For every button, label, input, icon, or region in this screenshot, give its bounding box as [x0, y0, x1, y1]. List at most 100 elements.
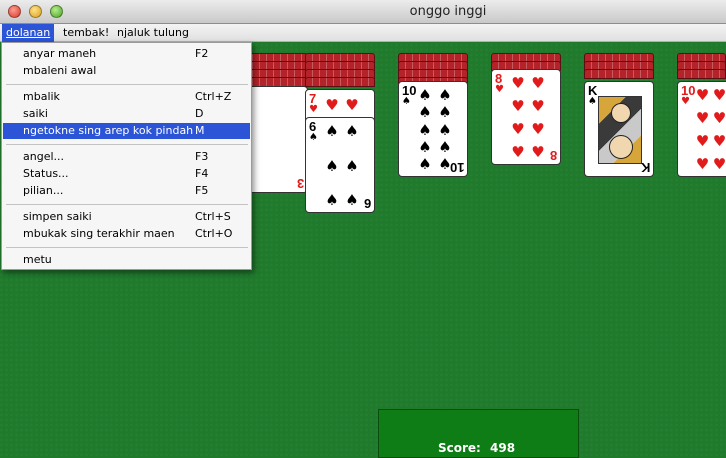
- menu-separator: [6, 204, 248, 205]
- menu-item-mbukak-sing-terakhir-maen[interactable]: mbukak sing terakhir maen Ctrl+O: [3, 226, 250, 242]
- menu-item-pilian[interactable]: pilian... F5: [3, 183, 250, 199]
- menu-item-shortcut: M: [195, 124, 205, 137]
- spade-icon: ♠: [345, 156, 359, 175]
- menu-item-status[interactable]: Status... F4: [3, 166, 250, 182]
- heart-icon: ♥: [681, 96, 690, 107]
- menu-item-shortcut: F5: [195, 184, 209, 197]
- king-face-image: [598, 96, 642, 164]
- menu-item-shortcut: Ctrl+Z: [195, 90, 232, 103]
- spade-icon: ♠: [345, 122, 359, 140]
- card-back: [584, 69, 654, 79]
- card-rank: 10: [449, 160, 464, 175]
- spade-icon: ♠: [418, 137, 432, 156]
- heart-icon: ♥: [531, 97, 545, 115]
- card-eight-hearts[interactable]: 8 ♥ ♥ ♥ ♥ ♥ ♥ ♥ ♥ ♥ 8: [491, 69, 561, 165]
- card-pips: ♠ ♠ ♠ ♠ ♠ ♠ ♠ ♠ ♠ ♠: [415, 88, 455, 172]
- heart-icon: ♥: [531, 143, 545, 161]
- card-pips: ♠ ♠ ♠ ♠ ♠ ♠: [322, 124, 362, 208]
- heart-icon: ♥: [695, 109, 710, 127]
- heart-icon: ♥: [695, 86, 710, 104]
- menu-item-label: angel...: [23, 150, 65, 163]
- menu-separator: [6, 84, 248, 85]
- spade-icon: ♠: [418, 155, 432, 173]
- card-six-spades[interactable]: 6 ♠ ♠ ♠ ♠ ♠ ♠ ♠ 6: [305, 117, 375, 213]
- heart-icon: ♥: [345, 96, 359, 114]
- menu-njaluk-tulung-label: njaluk tulung: [117, 26, 189, 39]
- heart-icon: ♥: [511, 120, 525, 138]
- heart-icon: ♥: [511, 143, 525, 161]
- menu-bar: dolanan tembak! njaluk tulung: [0, 24, 726, 42]
- menu-item-mbaleni-awal[interactable]: mbaleni awal: [3, 63, 250, 79]
- card-back: [677, 69, 726, 79]
- menu-item-label: Status...: [23, 167, 69, 180]
- card-king-spades[interactable]: K ♠ K: [584, 81, 654, 177]
- heart-icon: ♥: [495, 84, 504, 95]
- heart-icon: ♥: [511, 74, 525, 92]
- menu-item-mbalik[interactable]: mbalik Ctrl+Z: [3, 89, 250, 105]
- spade-icon: ♠: [438, 120, 452, 139]
- heart-icon: ♥: [695, 155, 710, 173]
- card-back: [305, 77, 375, 87]
- card-rank: 3: [296, 176, 304, 191]
- menu-item-label: mbalik: [23, 90, 60, 103]
- menu-item-shortcut: Ctrl+O: [195, 227, 233, 240]
- menu-tembak-label: tembak!: [63, 26, 110, 39]
- menu-item-angel[interactable]: angel... F3: [3, 149, 250, 165]
- menu-item-label: ngetokne sing arep kok pindah: [23, 124, 194, 137]
- spade-icon: ♠: [325, 122, 339, 140]
- spade-icon: ♠: [438, 103, 452, 122]
- menu-item-label: pilian...: [23, 184, 64, 197]
- spade-icon: ♠: [325, 156, 339, 175]
- heart-icon: ♥: [695, 132, 710, 150]
- card-rank: 6: [363, 196, 371, 211]
- menu-item-label: metu: [23, 253, 52, 266]
- menu-njaluk-tulung[interactable]: njaluk tulung: [113, 24, 193, 42]
- menu-item-label: saiki: [23, 107, 48, 120]
- heart-icon: ♥: [712, 132, 726, 150]
- menu-item-shortcut: F2: [195, 47, 209, 60]
- card-pips: ♥ ♥ ♥ ♥ ♥ ♥ ♥ ♥: [508, 76, 548, 160]
- spade-icon: ♠: [418, 86, 432, 104]
- card-rank: K: [640, 160, 650, 175]
- window-title: onggo inggi: [409, 4, 487, 19]
- score-panel: Score: 498: [378, 409, 579, 458]
- menu-item-label: anyar maneh: [23, 47, 97, 60]
- card-ten-spades[interactable]: 10 ♠ ♠ ♠ ♠ ♠ ♠ ♠ ♠ ♠ ♠ ♠ 10: [398, 81, 468, 177]
- spade-icon: ♠: [588, 96, 597, 107]
- menu-separator: [6, 247, 248, 248]
- window-titlebar[interactable]: onggo inggi: [0, 0, 726, 24]
- menu-separator: [6, 144, 248, 145]
- menu-item-simpen-saiki[interactable]: simpen saiki Ctrl+S: [3, 209, 250, 225]
- menu-item-label: mbaleni awal: [23, 64, 97, 77]
- menu-item-label: mbukak sing terakhir maen: [23, 227, 175, 240]
- score-label: Score:: [438, 441, 481, 455]
- spade-icon: ♠: [418, 120, 432, 139]
- heart-icon: ♥: [712, 86, 726, 104]
- menu-item-shortcut: F3: [195, 150, 209, 163]
- card-rank: 8: [549, 148, 557, 163]
- menu-item-saiki[interactable]: saiki D: [3, 106, 250, 122]
- heart-icon: ♥: [712, 109, 726, 127]
- menu-item-shortcut: D: [195, 107, 204, 120]
- heart-icon: ♥: [712, 155, 726, 173]
- spade-icon: ♠: [438, 86, 452, 104]
- spade-icon: ♠: [402, 96, 411, 107]
- heart-icon: ♥: [531, 74, 545, 92]
- card-pips: ♥ ♥: [322, 98, 362, 118]
- heart-icon: ♥: [309, 104, 318, 115]
- dolanan-menu-dropdown: anyar maneh F2 mbaleni awal mbalik Ctrl+…: [1, 42, 252, 270]
- spade-icon: ♠: [418, 103, 432, 122]
- spade-icon: ♠: [345, 191, 359, 209]
- heart-icon: ♥: [531, 120, 545, 138]
- menu-item-anyar-maneh[interactable]: anyar maneh F2: [3, 46, 250, 62]
- menu-tembak[interactable]: tembak!: [59, 24, 113, 42]
- score-value: 498: [490, 441, 516, 455]
- menu-item-ngetokne-sing-arep-kok-pindah[interactable]: ngetokne sing arep kok pindah M: [3, 123, 250, 139]
- menu-item-metu[interactable]: metu: [3, 252, 250, 268]
- menu-dolanan[interactable]: dolanan: [2, 24, 55, 42]
- spade-icon: ♠: [438, 137, 452, 156]
- card-ten-hearts[interactable]: 10 ♥ ♥ ♥ ♥ ♥ ♥ ♥ ♥ ♥: [677, 81, 726, 177]
- menu-item-shortcut: F4: [195, 167, 209, 180]
- heart-icon: ♥: [325, 96, 339, 114]
- spade-icon: ♠: [325, 191, 339, 209]
